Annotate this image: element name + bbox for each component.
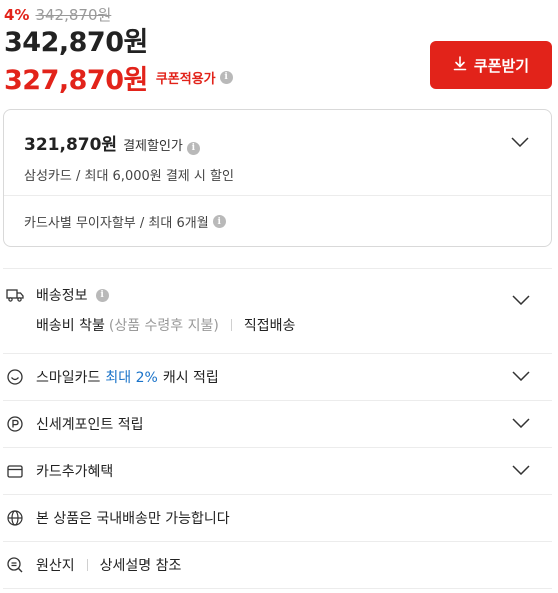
card-benefit-label: 카드추가혜택 xyxy=(36,464,114,480)
divider xyxy=(3,588,552,589)
shipping-fee: 배송비 착불 xyxy=(36,318,105,334)
smile-card-rate: 최대 2% xyxy=(105,370,158,386)
point-icon xyxy=(6,415,24,433)
card-benefit-row[interactable]: 카드추가혜택 xyxy=(3,447,552,494)
chevron-down-icon[interactable] xyxy=(512,416,530,432)
info-icon[interactable]: i xyxy=(95,288,109,302)
smile-card-row[interactable]: 스마일카드 최대 2% 캐시 적립 xyxy=(3,353,552,400)
payment-price-label: 결제할인가 xyxy=(123,139,183,154)
discount-rate: 4% xyxy=(4,6,30,24)
payment-discount-summary[interactable]: 321,870원 결제할인가 i 삼성카드 / 최대 6,000원 결제 시 할… xyxy=(4,110,551,196)
coupon-button-label: 쿠폰받기 xyxy=(473,56,530,75)
price-block: 4% 342,870원 342,870원 327,870원 쿠폰적용가 i xyxy=(4,0,424,96)
divider xyxy=(230,319,232,331)
payment-price: 321,870원 xyxy=(24,135,118,155)
shipping-fee-note: (상품 수령후 지불) xyxy=(108,318,219,334)
sale-price: 342,870원 xyxy=(4,27,148,58)
info-section-list: 배송정보 i 배송비 착불 (상품 수령후 지불) 직접배송 스마일카드 최대 … xyxy=(3,268,552,589)
info-icon[interactable]: i xyxy=(212,215,226,228)
installment-text: 카드사별 무이자할부 / 최대 6개월 xyxy=(24,216,209,231)
domestic-shipping-row: 본 상품은 국내배송만 가능합니다 xyxy=(3,494,552,541)
globe-icon xyxy=(6,509,24,527)
domestic-shipping-text: 본 상품은 국내배송만 가능합니다 xyxy=(36,511,230,527)
coupon-price-label: 쿠폰적용가 xyxy=(155,71,216,87)
card-icon xyxy=(6,462,24,480)
shipping-method: 직접배송 xyxy=(243,318,296,334)
origin-value: 상세설명 참조 xyxy=(99,558,182,574)
origin-row: 원산지 상세설명 참조 xyxy=(3,541,552,588)
coupon-price-row: 327,870원 쿠폰적용가 i xyxy=(4,60,424,96)
installment-info: 카드사별 무이자할부 / 최대 6개월 i xyxy=(4,196,551,231)
shipping-info-row[interactable]: 배송정보 i 배송비 착불 (상품 수령후 지불) 직접배송 xyxy=(3,268,552,353)
info-icon[interactable]: i xyxy=(219,70,233,84)
shipping-detail: 배송비 착불 (상품 수령후 지불) 직접배송 xyxy=(36,315,295,335)
coupon-price: 327,870원 xyxy=(4,64,148,96)
chevron-down-icon[interactable] xyxy=(512,463,530,479)
truck-icon xyxy=(6,286,24,304)
smile-card-label: 스마일카드 xyxy=(36,370,101,386)
search-icon xyxy=(6,556,24,574)
payment-discount-box: 321,870원 결제할인가 i 삼성카드 / 최대 6,000원 결제 시 할… xyxy=(3,109,552,247)
smile-icon xyxy=(6,368,24,386)
chevron-down-icon[interactable] xyxy=(512,293,530,309)
chevron-down-icon[interactable] xyxy=(512,369,530,385)
origin-label: 원산지 xyxy=(36,558,75,574)
coupon-download-button[interactable]: 쿠폰받기 xyxy=(430,41,552,89)
smile-card-suffix: 캐시 적립 xyxy=(162,370,219,386)
download-icon xyxy=(453,55,467,75)
discount-row: 4% 342,870원 xyxy=(4,0,424,24)
points-label: 신세계포인트 적립 xyxy=(36,417,144,433)
shipping-title: 배송정보 xyxy=(36,288,88,304)
original-price: 342,870원 xyxy=(35,6,112,24)
card-discount-text: 삼성카드 / 최대 6,000원 결제 시 할인 xyxy=(24,169,234,184)
points-row[interactable]: 신세계포인트 적립 xyxy=(3,400,552,447)
divider xyxy=(86,559,88,571)
info-icon[interactable]: i xyxy=(186,141,200,155)
chevron-down-icon[interactable] xyxy=(511,132,529,151)
